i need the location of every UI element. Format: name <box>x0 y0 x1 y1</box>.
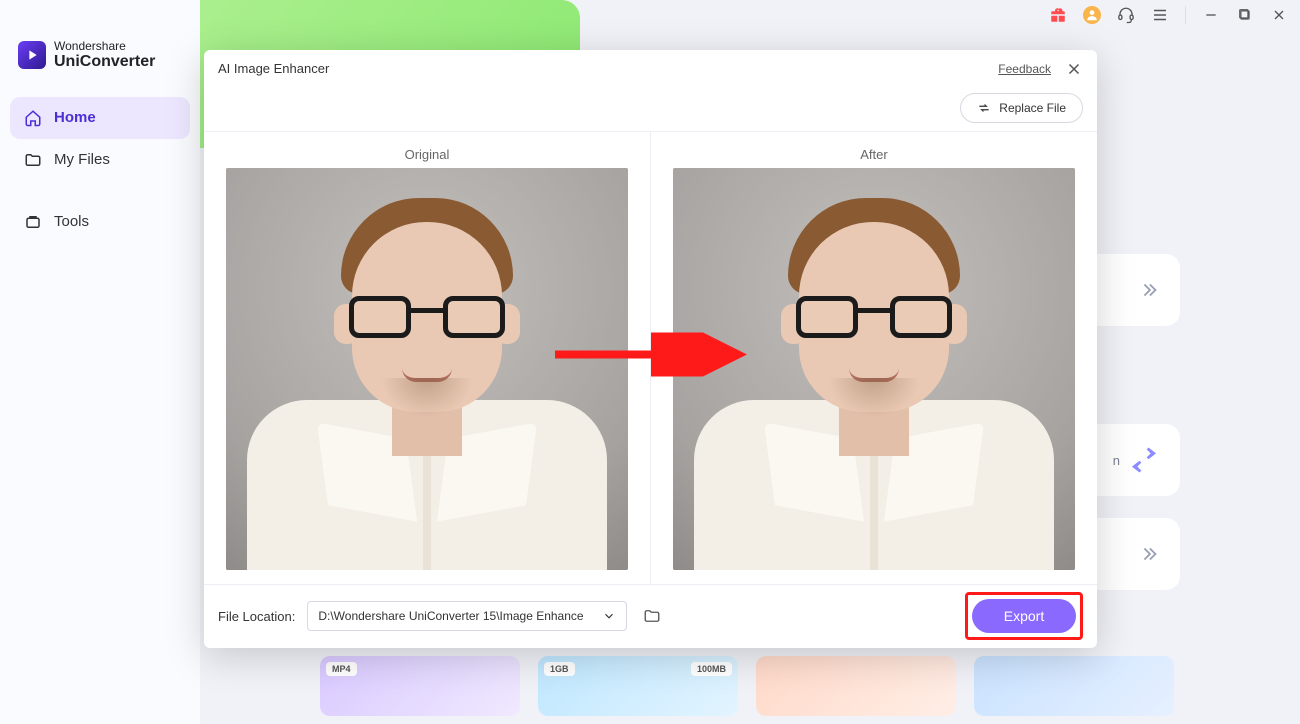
annotation-highlight: Export <box>965 592 1083 640</box>
after-image <box>673 168 1075 570</box>
sidebar-item-label: My Files <box>54 151 110 168</box>
file-location-value: D:\Wondershare UniConverter 15\Image Enh… <box>318 609 583 623</box>
sidebar-item-label: Tools <box>54 213 89 230</box>
support-icon[interactable] <box>1117 6 1135 24</box>
chevron-down-icon <box>602 609 616 623</box>
ai-image-enhancer-dialog: AI Image Enhancer Feedback Replace File … <box>204 50 1097 648</box>
sidebar-item-label: Home <box>54 109 96 126</box>
replace-file-button[interactable]: Replace File <box>960 93 1083 123</box>
logo-mark-icon <box>18 41 46 69</box>
brand-top: Wondershare <box>54 40 155 53</box>
thumbnail[interactable]: 1GB 100MB <box>538 656 738 716</box>
thumb-badge: 100MB <box>691 662 732 676</box>
sidebar-item-my-files[interactable]: My Files <box>10 139 190 181</box>
thumbnail[interactable] <box>974 656 1174 716</box>
thumbnail[interactable]: MP4 <box>320 656 520 716</box>
export-label: Export <box>1004 608 1044 624</box>
thumb-badge: 1GB <box>544 662 575 676</box>
file-location-label: File Location: <box>218 609 295 624</box>
swap-horizontal-icon <box>977 101 991 115</box>
file-location-select[interactable]: D:\Wondershare UniConverter 15\Image Enh… <box>307 601 627 631</box>
brand-bottom: UniConverter <box>54 53 155 71</box>
original-image <box>226 168 628 570</box>
sidebar-item-tools[interactable]: Tools <box>10 201 190 243</box>
feedback-link[interactable]: Feedback <box>998 62 1051 76</box>
thumbnail-strip: MP4 1GB 100MB <box>320 656 1174 716</box>
export-button[interactable]: Export <box>972 599 1076 633</box>
close-icon[interactable] <box>1065 60 1083 78</box>
app-logo: Wondershare UniConverter <box>0 30 200 91</box>
after-label: After <box>860 142 887 168</box>
thumb-badge: MP4 <box>326 662 357 676</box>
open-folder-button[interactable] <box>639 603 665 629</box>
thumbnail[interactable] <box>756 656 956 716</box>
window-maximize-icon[interactable] <box>1236 6 1254 24</box>
hamburger-icon[interactable] <box>1151 6 1169 24</box>
swap-icon <box>1128 444 1160 476</box>
window-close-icon[interactable] <box>1270 6 1288 24</box>
window-minimize-icon[interactable] <box>1202 6 1220 24</box>
dialog-title: AI Image Enhancer <box>218 61 998 76</box>
sidebar: Wondershare UniConverter Home My Files T… <box>0 0 200 724</box>
sidebar-item-home[interactable]: Home <box>10 97 190 139</box>
avatar-icon[interactable] <box>1083 6 1101 24</box>
replace-file-label: Replace File <box>999 101 1066 115</box>
original-label: Original <box>405 142 450 168</box>
gift-icon[interactable] <box>1049 6 1067 24</box>
